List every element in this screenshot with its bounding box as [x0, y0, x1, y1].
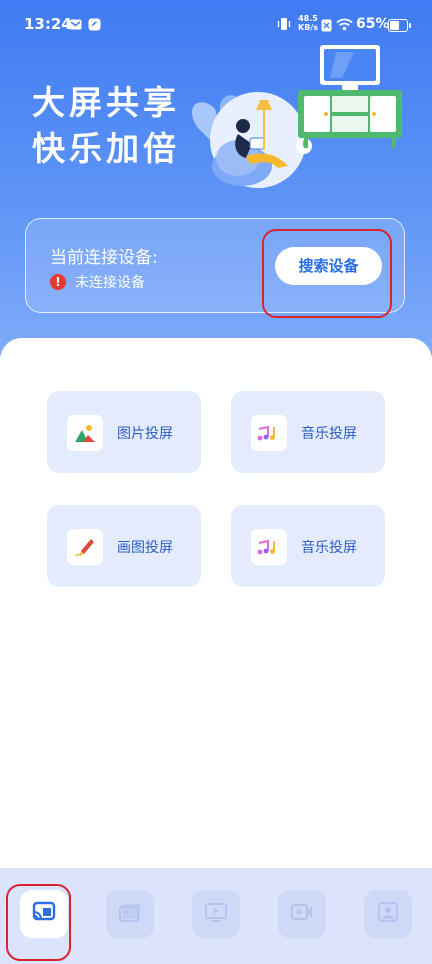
- slogan-line-2: 快乐加倍: [32, 129, 180, 168]
- nav-item-video[interactable]: [278, 890, 326, 938]
- connection-card: 当前连接设备: ! 未连接设备 搜索设备: [25, 218, 405, 313]
- app-notification-icon: [88, 16, 101, 35]
- mail-icon: [69, 16, 82, 35]
- hero-illustration: [192, 45, 402, 188]
- feature-tile-music-cast[interactable]: 音乐投屏: [231, 391, 385, 473]
- sim-off-icon: [321, 17, 332, 36]
- nav-item-cast[interactable]: [20, 890, 68, 938]
- battery-icon: [388, 19, 411, 32]
- battery-percent: 65%: [356, 16, 390, 32]
- battery-fill: [390, 21, 399, 30]
- feature-tile-music-cast-2[interactable]: 音乐投屏: [231, 505, 385, 587]
- music-icon: [251, 529, 287, 565]
- connection-status-text: 未连接设备: [75, 275, 145, 291]
- cast-icon: [32, 901, 56, 927]
- gallery-icon: [118, 901, 142, 927]
- connection-status: ! 未连接设备: [50, 272, 145, 292]
- status-time: 13:24: [24, 15, 72, 33]
- warning-icon: !: [50, 274, 66, 290]
- net-speed-value: 48.5: [298, 14, 318, 23]
- feature-label: 音乐投屏: [301, 540, 357, 556]
- pencil-icon: [67, 529, 103, 565]
- portrait-icon: [376, 901, 400, 927]
- feature-tile-image-cast[interactable]: 图片投屏: [47, 391, 201, 473]
- slogan-line-1: 大屏共享: [32, 83, 180, 122]
- nav-item-gallery[interactable]: [106, 890, 154, 938]
- search-device-button[interactable]: 搜索设备: [275, 247, 382, 285]
- music-icon: [251, 415, 287, 451]
- net-speed-unit: KB/s: [298, 23, 318, 32]
- net-speed: 48.5 KB/s: [298, 14, 318, 32]
- feature-label: 画图投屏: [117, 540, 173, 556]
- feature-label: 音乐投屏: [301, 426, 357, 442]
- connection-title: 当前连接设备:: [50, 248, 158, 268]
- tv-play-icon: [204, 901, 228, 927]
- nav-item-portrait[interactable]: [364, 890, 412, 938]
- vibrate-icon: [276, 16, 292, 35]
- image-icon: [67, 415, 103, 451]
- nav-item-tv-play[interactable]: [192, 890, 240, 938]
- wifi-icon: [336, 16, 353, 35]
- feature-panel: 图片投屏 音乐投屏 画图投屏 音乐投屏: [0, 338, 432, 868]
- video-icon: [290, 901, 314, 927]
- feature-tile-draw-cast[interactable]: 画图投屏: [47, 505, 201, 587]
- feature-label: 图片投屏: [117, 426, 173, 442]
- bottom-nav: [0, 868, 432, 964]
